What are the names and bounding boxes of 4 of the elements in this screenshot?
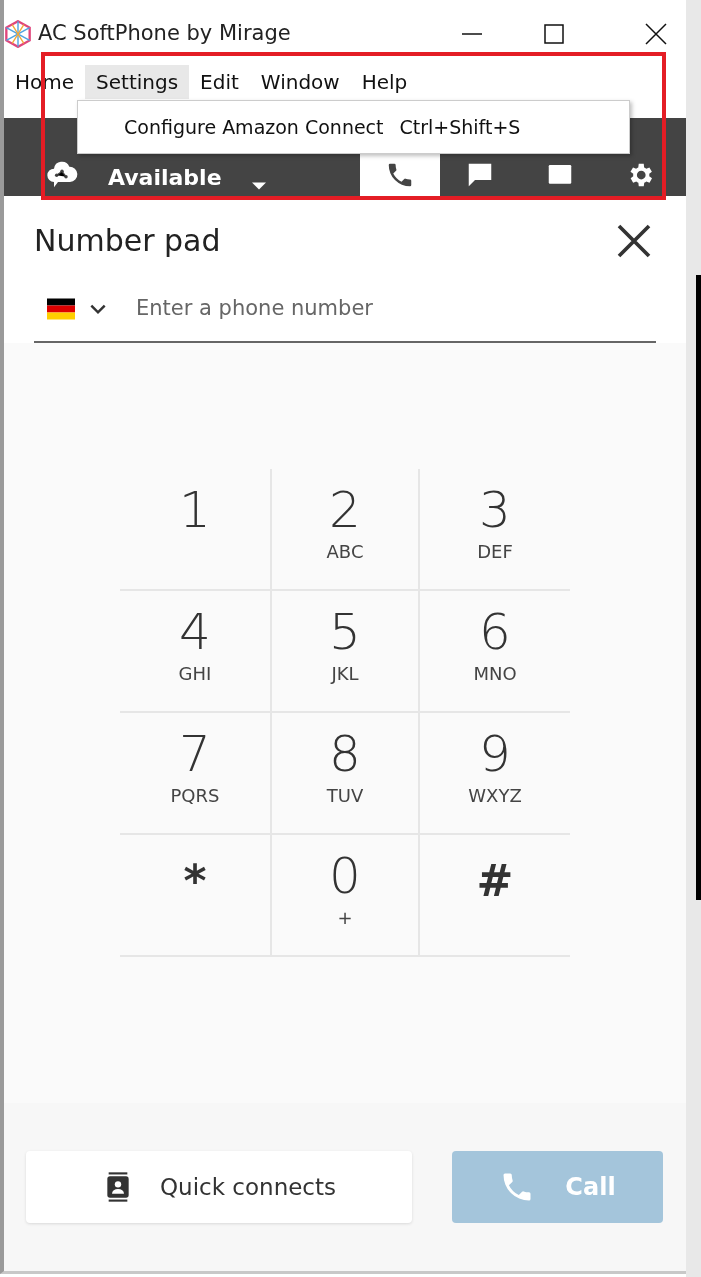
panel-title: Number pad [34, 222, 221, 260]
window-title: AC SoftPhone by Mirage [38, 20, 291, 48]
status-label: Available [108, 165, 222, 190]
shortcut-text: Ctrl+Shift+S [399, 114, 521, 140]
